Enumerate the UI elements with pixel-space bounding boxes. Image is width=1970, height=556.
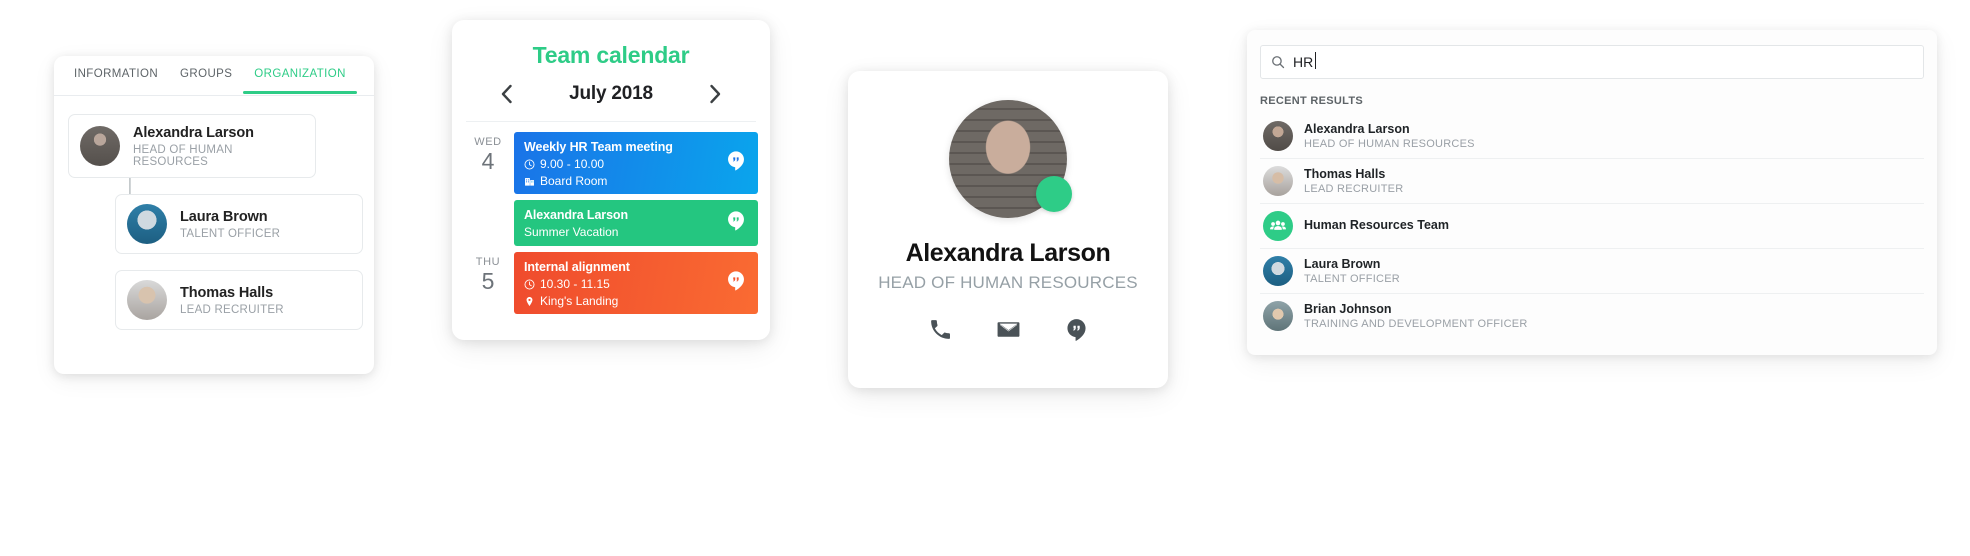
page-title: Alexandra Larson	[905, 239, 1111, 267]
search-input[interactable]: HR	[1260, 45, 1924, 79]
map-pin-icon	[526, 296, 533, 307]
chevron-right-icon[interactable]	[705, 83, 727, 105]
profile-card: Alexandra Larson HEAD OF HUMAN RESOURCES	[848, 71, 1168, 388]
org-node-name: Laura Brown	[180, 209, 268, 226]
org-node-role: HEAD OF HUMAN RESOURCES	[133, 144, 233, 169]
hangouts-icon[interactable]	[725, 150, 747, 177]
building-icon	[525, 178, 534, 186]
list-item[interactable]: Human Resources Team	[1260, 203, 1924, 248]
result-role: TRAINING AND DEVELOPMENT OFFICER	[1304, 318, 1528, 331]
calendar-day-label: WED 4	[462, 132, 514, 174]
avatar	[127, 204, 167, 245]
org-node-name: Thomas Halls	[180, 285, 274, 302]
event-title: Weekly HR Team meeting	[524, 140, 673, 154]
day-number: 4	[481, 148, 495, 174]
event-time: 9.00 - 10.00	[540, 157, 605, 172]
org-tree: Alexandra Larson HEAD OF HUMAN RESOURCES…	[54, 96, 374, 331]
result-name: Thomas Halls	[1304, 166, 1386, 181]
profile-role: HEAD OF HUMAN RESOURCES	[878, 273, 1138, 292]
org-node-child-2[interactable]: Thomas Halls LEAD RECRUITER	[115, 270, 363, 331]
avatar	[1263, 256, 1293, 286]
event-location-row: Board Room	[524, 173, 748, 189]
avatar	[1263, 166, 1293, 196]
event-location: Board Room	[540, 174, 608, 189]
result-name: Laura Brown	[1304, 256, 1381, 271]
org-node-root[interactable]: Alexandra Larson HEAD OF HUMAN RESOURCES	[68, 114, 316, 179]
calendar-day-row: WED 4 Weekly HR Team meeting 9.00 - 10.0…	[462, 132, 758, 246]
mail-icon[interactable]	[996, 317, 1021, 342]
tab-organization[interactable]: ORGANIZATION	[243, 56, 358, 94]
event-subtitle-row: Summer Vacation	[524, 224, 748, 240]
org-node-role: TALENT OFFICER	[180, 228, 281, 241]
list-item[interactable]: Laura Brown TALENT OFFICER	[1260, 248, 1924, 293]
result-name: Human Resources Team	[1304, 218, 1449, 233]
search-panel: HR RECENT RESULTS Alexandra Larson HEAD …	[1247, 30, 1937, 355]
event-time: 10.30 - 11.15	[540, 277, 610, 292]
calendar-event[interactable]: Alexandra Larson Summer Vacation	[514, 200, 758, 246]
calendar-events: Weekly HR Team meeting 9.00 - 10.00 Boar…	[514, 132, 758, 246]
search-query-text: HR	[1293, 52, 1317, 70]
organization-card: INFORMATION GROUPS ORGANIZATION Alexandr…	[54, 56, 374, 374]
event-title: Alexandra Larson	[524, 208, 628, 222]
org-node-child-1[interactable]: Laura Brown TALENT OFFICER	[115, 194, 363, 255]
calendar-event[interactable]: Weekly HR Team meeting 9.00 - 10.00 Boar…	[514, 132, 758, 194]
group-icon	[1263, 211, 1293, 241]
chevron-left-icon[interactable]	[495, 83, 517, 105]
calendar-rows: WED 4 Weekly HR Team meeting 9.00 - 10.0…	[452, 122, 770, 314]
search-results-list: Alexandra Larson HEAD OF HUMAN RESOURCES…	[1247, 114, 1937, 338]
day-of-week: WED	[474, 136, 502, 148]
list-item[interactable]: Alexandra Larson HEAD OF HUMAN RESOURCES	[1260, 114, 1924, 158]
profile-photo-wrap	[949, 100, 1072, 218]
event-time-row: 10.30 - 11.15	[524, 276, 748, 292]
hangouts-icon[interactable]	[725, 210, 747, 237]
org-node-name: Alexandra Larson	[133, 125, 254, 141]
hangouts-icon[interactable]	[725, 270, 747, 297]
avatar	[1263, 121, 1293, 151]
avatar	[1263, 301, 1293, 331]
calendar-day-row: THU 5 Internal alignment 10.30 - 11.15 K…	[462, 252, 758, 314]
result-name: Brian Johnson	[1304, 301, 1392, 316]
tab-information[interactable]: INFORMATION	[63, 56, 169, 93]
status-badge	[1036, 176, 1072, 212]
event-location-row: King's Landing	[524, 293, 748, 309]
search-icon	[1272, 56, 1285, 69]
result-role: TALENT OFFICER	[1304, 273, 1400, 286]
page-root: INFORMATION GROUPS ORGANIZATION Alexandr…	[0, 0, 1970, 556]
avatar	[127, 280, 167, 321]
clock-icon	[524, 159, 535, 170]
result-role: HEAD OF HUMAN RESOURCES	[1304, 138, 1475, 151]
avatar	[80, 126, 120, 167]
tab-groups[interactable]: GROUPS	[169, 56, 243, 93]
calendar-day-label: THU 5	[462, 252, 514, 294]
result-role: LEAD RECRUITER	[1304, 183, 1404, 196]
calendar-title: Team calendar	[532, 42, 690, 68]
event-subtitle: Summer Vacation	[524, 225, 619, 240]
tab-bar: INFORMATION GROUPS ORGANIZATION	[54, 56, 374, 96]
recent-results-label: RECENT RESULTS	[1260, 95, 1364, 107]
event-time-row: 9.00 - 10.00	[524, 156, 748, 172]
list-item[interactable]: Thomas Halls LEAD RECRUITER	[1260, 158, 1924, 203]
clock-icon	[524, 279, 535, 290]
event-location: King's Landing	[540, 294, 619, 309]
calendar-nav: July 2018	[466, 69, 756, 122]
event-title: Internal alignment	[524, 260, 630, 274]
phone-icon[interactable]	[928, 317, 953, 342]
calendar-month-label: July 2018	[569, 83, 653, 104]
list-item[interactable]: Brian Johnson TRAINING AND DEVELOPMENT O…	[1260, 293, 1924, 338]
day-number: 5	[481, 268, 495, 294]
profile-actions	[928, 317, 1089, 342]
calendar-event[interactable]: Internal alignment 10.30 - 11.15 King's …	[514, 252, 758, 314]
team-calendar-card: Team calendar July 2018 WED 4 Weekly HR …	[452, 20, 770, 340]
calendar-events: Internal alignment 10.30 - 11.15 King's …	[514, 252, 758, 314]
result-name: Alexandra Larson	[1304, 121, 1410, 136]
day-of-week: THU	[475, 256, 501, 268]
hangouts-icon[interactable]	[1064, 317, 1089, 342]
org-node-role: LEAD RECRUITER	[180, 304, 284, 317]
